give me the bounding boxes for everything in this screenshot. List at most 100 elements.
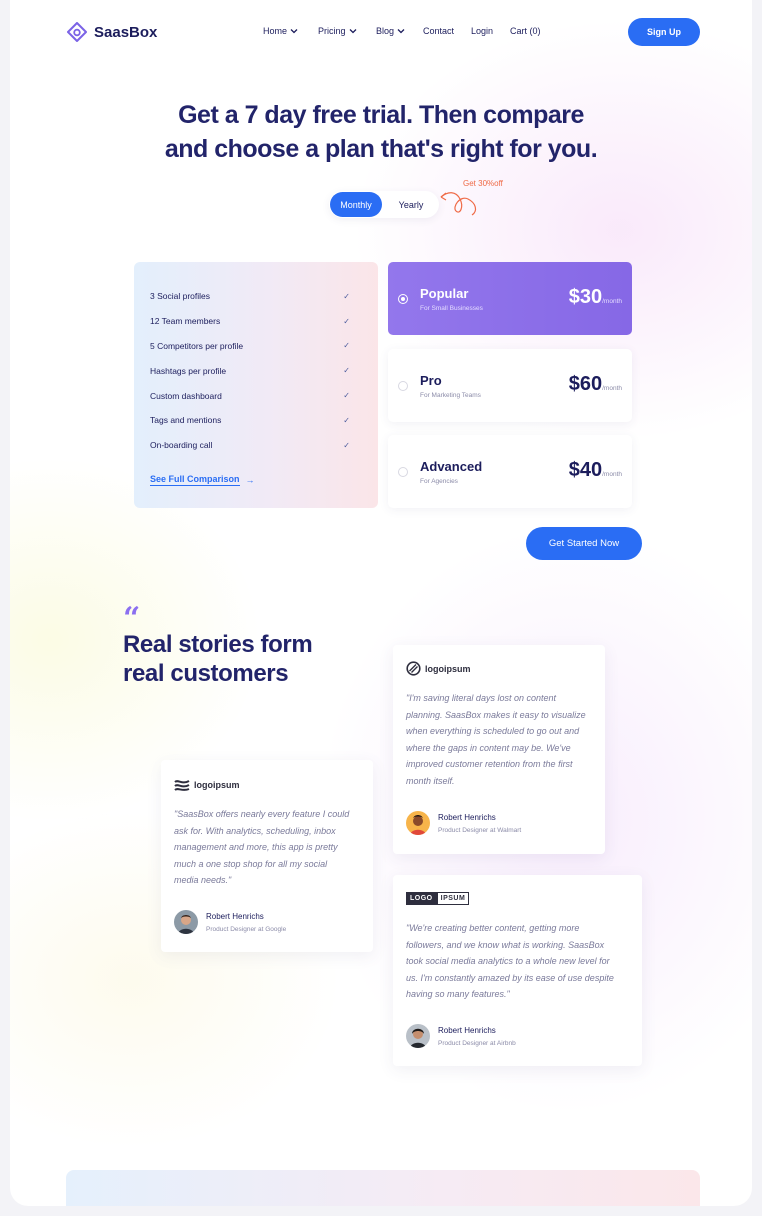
nav-item-pricing[interactable]: Pricing [318, 26, 376, 36]
check-icon: ✓ [343, 391, 350, 401]
testimonial-card: logoipsum "I'm saving literal days lost … [393, 645, 605, 854]
feature-label: 12 Team members [150, 316, 221, 327]
nav-item-login[interactable]: Login [471, 26, 510, 36]
quote-line: where the gaps in content may be. We've [406, 742, 571, 753]
nav-label-home: Home [263, 26, 288, 36]
brand-name: SaasBox [94, 23, 158, 41]
check-icon: ✓ [343, 415, 350, 425]
quote-line: planning. SaasBox makes it easy to visua… [406, 709, 586, 720]
quote-line: "I'm saving literal days lost on content [406, 693, 556, 703]
page: SaasBox Home Pricing Blog Contact Login [10, 0, 752, 1206]
avatar-portrait-icon [406, 1024, 430, 1048]
slashed-circle-logo-icon [406, 661, 421, 676]
company-logo: logoipsum [406, 661, 471, 676]
quote-line: when everything is scheduled to go out a… [406, 726, 580, 737]
chevron-down-icon [349, 29, 356, 34]
arrow-right-icon: → [245, 475, 255, 485]
quote-line: media needs." [174, 875, 232, 886]
testimonials-title-line-1: Real stories form [123, 631, 313, 658]
avatar [406, 1024, 430, 1048]
plan-card-pro[interactable]: Pro For Marketing Teams $60 /month [388, 349, 632, 422]
avatar [406, 811, 430, 835]
billing-period-toggle: Monthly Yearly [329, 191, 439, 218]
quote-line: took social media analytics to a whole n… [406, 956, 610, 967]
quote-line: month itself. [406, 775, 455, 786]
avatar-portrait-icon [406, 811, 430, 835]
author-name: Robert Henrichs [206, 912, 264, 921]
nav-label-login: Login [471, 26, 494, 36]
brand-logo[interactable]: SaasBox [66, 22, 157, 42]
main-menu: Home Pricing Blog Contact Login Cart (0) [263, 26, 550, 36]
company-logo-text: logoipsum [194, 780, 240, 790]
list-item: 5 Competitors per profile ✓ [150, 334, 350, 359]
company-logo-text: logoipsum [425, 663, 471, 674]
quote-line: management and more, this app is pretty [174, 842, 338, 853]
toggle-yearly[interactable]: Yearly [385, 192, 437, 217]
features-panel: 3 Social profiles ✓ 12 Team members ✓ 5 Co… [134, 262, 378, 508]
radio-icon[interactable] [398, 467, 408, 477]
nav-item-blog[interactable]: Blog [376, 26, 423, 36]
nav-label-pricing: Pricing [318, 26, 346, 36]
see-full-comparison-link[interactable]: See Full Comparison → [150, 474, 255, 486]
price-period: /month [602, 471, 622, 478]
list-item: Custom dashboard ✓ [150, 383, 350, 408]
feature-label: Tags and mentions [150, 415, 222, 426]
check-icon: ✓ [343, 291, 350, 301]
price-amount: $30 [568, 286, 603, 308]
nav-item-contact[interactable]: Contact [423, 26, 471, 36]
author-name: Robert Henrichs [438, 813, 496, 822]
toggle-monthly[interactable]: Monthly [330, 192, 382, 217]
waves-logo-icon [174, 780, 190, 791]
price-amount: $40 [568, 459, 603, 481]
testimonial-quote: "We're creating better content, getting … [406, 920, 638, 1003]
plan-subtitle: For Small Businesses [420, 305, 483, 312]
radio-selected-icon[interactable] [398, 294, 408, 304]
list-item: 12 Team members ✓ [150, 309, 350, 334]
quote-line: "SaasBox offers nearly every feature I c… [174, 809, 350, 819]
company-logo-text-dark: LOGO [406, 892, 437, 905]
quote-line: much a one stop shop for all my social [174, 858, 328, 869]
plan-card-advanced[interactable]: Advanced For Agencies $40 /month [388, 435, 632, 508]
nav-item-home[interactable]: Home [263, 26, 318, 36]
plan-price: $40 /month [569, 459, 622, 482]
quote-line: ask for. With analytics, scheduling, inb… [174, 825, 336, 836]
list-item: On-boarding call ✓ [150, 433, 350, 458]
feature-label: 3 Social profiles [150, 291, 211, 302]
avatar-portrait-icon [174, 910, 198, 934]
price-amount: $60 [568, 373, 603, 395]
plan-price: $30 /month [569, 286, 622, 309]
testimonial-quote: "SaasBox offers nearly every feature I c… [174, 806, 369, 889]
quote-line: having so many features." [406, 989, 510, 1000]
nav-item-cart[interactable]: Cart (0) [510, 26, 550, 36]
company-logo-text-light: IPSUM [436, 892, 470, 905]
check-icon: ✓ [343, 316, 350, 326]
quote-line: followers, and we know what is working. … [406, 939, 605, 950]
radio-icon[interactable] [398, 381, 408, 391]
plan-card-popular[interactable]: Popular For Small Businesses $30 /month [388, 262, 632, 335]
list-item: Hashtags per profile ✓ [150, 358, 350, 383]
chevron-down-icon [397, 29, 405, 34]
brand-diamond-icon [67, 22, 87, 42]
sign-up-button[interactable]: Sign Up [628, 18, 700, 46]
page-title-line-2: and choose a plan that's right for you. [164, 135, 598, 163]
squiggle-arrow-icon [440, 192, 477, 216]
plan-subtitle: For Agencies [420, 478, 458, 485]
testimonial-card: logoipsum "SaasBox offers nearly every f… [161, 760, 373, 952]
check-icon: ✓ [343, 440, 350, 450]
testimonials-title: Real stories form real customers [123, 630, 383, 688]
navbar: SaasBox Home Pricing Blog Contact Login [10, 0, 752, 64]
author-role: Product Designer at Walmart [438, 827, 522, 834]
plan-name: Pro [420, 373, 442, 388]
testimonial-card: LOGO IPSUM "We're creating better conten… [393, 875, 642, 1066]
company-logo: LOGO IPSUM [406, 892, 470, 905]
feature-list: 3 Social profiles ✓ 12 Team members ✓ 5 Co… [150, 284, 350, 458]
company-logo: logoipsum [174, 779, 240, 791]
get-started-button[interactable]: Get Started Now [526, 527, 642, 560]
nav-label-cart: Cart (0) [510, 26, 541, 36]
quote-line: us. I'm constantly amazed by its ease of… [406, 972, 614, 983]
nav-label-blog: Blog [376, 26, 395, 36]
plan-name: Advanced [420, 459, 483, 474]
quote-line: improved customer retention from the fir… [406, 759, 573, 770]
nav-label-contact: Contact [423, 26, 455, 36]
next-section-banner [66, 1170, 700, 1206]
